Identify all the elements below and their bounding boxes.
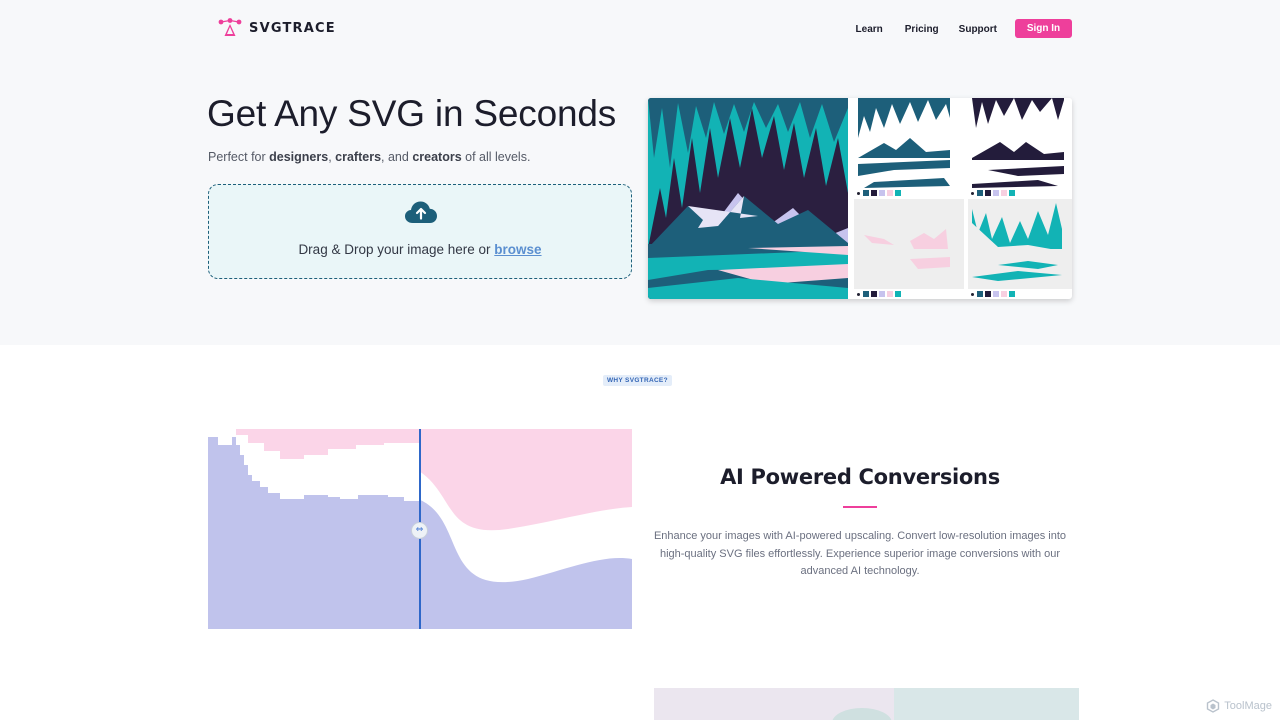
cloud-upload-icon	[405, 201, 437, 223]
layer-preview	[968, 98, 1072, 188]
watermark-text: ToolMage	[1224, 700, 1272, 712]
swatch	[871, 190, 877, 196]
palette-swatches	[857, 291, 901, 297]
hero-section	[0, 0, 1280, 345]
title-underline	[843, 506, 877, 508]
layer-preview	[854, 98, 964, 188]
swatch	[985, 291, 991, 297]
browse-link[interactable]: browse	[494, 242, 541, 257]
layer-tile-cyan	[968, 199, 1072, 299]
watermark: ToolMage	[1206, 699, 1272, 713]
subtitle-text: , and	[381, 150, 413, 164]
subtitle-text: Perfect for	[208, 150, 270, 164]
palette-dot	[857, 191, 860, 195]
aurora-illustration	[648, 98, 848, 299]
swatch	[977, 190, 983, 196]
swatch	[887, 190, 893, 196]
feature-title: AI Powered Conversions	[720, 465, 1000, 489]
swatch	[879, 291, 885, 297]
before-after-comparison[interactable]: ⇔	[208, 429, 632, 629]
dropzone-text: Drag & Drop your image here or browse	[209, 242, 631, 257]
swatch	[1001, 190, 1007, 196]
nav-pricing-link[interactable]: Pricing	[905, 24, 939, 35]
layer-preview	[854, 199, 964, 289]
layer-tile-pink	[854, 199, 964, 299]
layer-preview	[968, 199, 1072, 289]
next-feature-image	[654, 688, 1079, 720]
subtitle-creators: creators	[412, 150, 462, 164]
comparison-drag-handle[interactable]: ⇔	[411, 522, 428, 539]
hero-image-collage	[648, 98, 1072, 299]
swatch	[863, 190, 869, 196]
layer-tile-dark	[968, 98, 1072, 198]
palette-swatches	[971, 291, 1015, 297]
swatch	[985, 190, 991, 196]
palette-swatches	[857, 190, 901, 196]
palette-swatches	[971, 190, 1015, 196]
subtitle-designers: designers	[269, 150, 329, 164]
swatch	[871, 291, 877, 297]
sign-in-button[interactable]: Sign In	[1015, 19, 1072, 38]
dropzone-label: Drag & Drop your image here or	[298, 242, 495, 257]
nav-learn-link[interactable]: Learn	[856, 24, 883, 35]
logo[interactable]: SVGTRACE	[218, 18, 336, 38]
hero-subtitle: Perfect for designers, crafters, and cre…	[208, 150, 530, 164]
feature-description: Enhance your images with AI-powered upsc…	[653, 530, 1067, 577]
swatch	[895, 291, 901, 297]
top-nav: SVGTRACE Learn Pricing Support Sign In	[208, 14, 1072, 44]
swatch	[879, 190, 885, 196]
palette-dot	[971, 191, 974, 195]
swatch	[993, 190, 999, 196]
swatch	[1001, 291, 1007, 297]
swatch	[993, 291, 999, 297]
swatch	[895, 190, 901, 196]
nav-links: Learn Pricing Support Sign In	[856, 19, 1072, 38]
swatch	[1009, 291, 1015, 297]
swatch	[863, 291, 869, 297]
layer-tile-teal	[854, 98, 964, 198]
why-badge: WHY SVGTRACE?	[603, 375, 672, 386]
swatch	[977, 291, 983, 297]
swatch	[887, 291, 893, 297]
palette-dot	[857, 292, 860, 296]
image-panel	[894, 688, 1079, 720]
swatch	[1009, 190, 1015, 196]
subtitle-text: of all levels.	[461, 150, 531, 164]
upload-dropzone[interactable]: Drag & Drop your image here or browse	[208, 184, 632, 279]
subtitle-crafters: crafters	[335, 150, 382, 164]
palette-dot	[971, 292, 974, 296]
logo-text: SVGTRACE	[249, 20, 336, 36]
nav-support-link[interactable]: Support	[959, 24, 997, 35]
logo-icon	[218, 18, 242, 36]
toolmage-logo-icon	[1207, 699, 1220, 713]
hero-title: Get Any SVG in Seconds	[207, 93, 616, 134]
